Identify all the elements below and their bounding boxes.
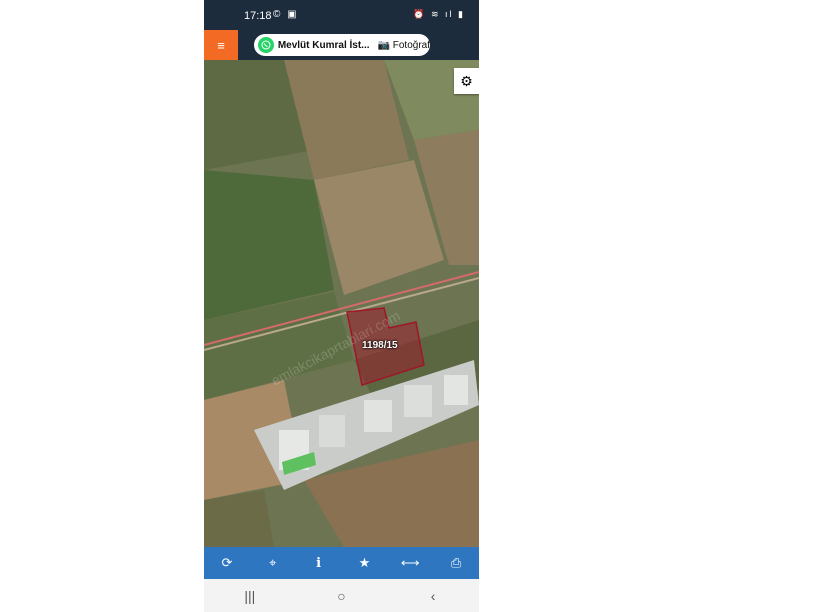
locate-icon[interactable]: ⌖ bbox=[258, 555, 288, 571]
photo-label: Fotoğraf bbox=[392, 39, 430, 51]
status-bar: 17:18 © ▣ ⏰ ≋ ıl ▮ bbox=[204, 0, 479, 30]
back-button[interactable]: ‹ bbox=[413, 588, 453, 604]
contact-pill[interactable]: Mevlüt Kumral İst... 📷 Fotoğraf bbox=[254, 34, 430, 56]
map-imagery bbox=[204, 60, 479, 547]
status-time: 17:18 bbox=[244, 10, 272, 22]
system-icons: ⏰ ≋ ıl ▮ bbox=[413, 9, 465, 19]
star-icon[interactable]: ★ bbox=[349, 555, 379, 571]
app-header: ≡ Mevlüt Kumral İst... 📷 Fotoğraf bbox=[204, 30, 479, 60]
menu-button[interactable]: ≡ bbox=[204, 30, 238, 60]
map-toolbar: ⟳ ⌖ i ★ ⟷ ⎙ bbox=[204, 547, 479, 579]
camera-icon: 📷 bbox=[377, 39, 390, 51]
photo-link[interactable]: 📷 Fotoğraf bbox=[378, 40, 430, 51]
phone-screen: 17:18 © ▣ ⏰ ≋ ıl ▮ ≡ Mevlüt Kumral İst..… bbox=[204, 0, 479, 612]
whatsapp-icon bbox=[258, 37, 274, 53]
settings-button[interactable]: ⚙ bbox=[454, 68, 479, 94]
contact-name: Mevlüt Kumral İst... bbox=[277, 39, 370, 51]
print-icon[interactable]: ⎙ bbox=[441, 555, 471, 571]
measure-icon[interactable]: ⟷ bbox=[395, 555, 425, 571]
refresh-icon[interactable]: ⟳ bbox=[212, 555, 242, 571]
recents-button[interactable]: ||| bbox=[230, 588, 270, 604]
parcel-label: 1198/15 bbox=[362, 340, 398, 351]
home-button[interactable]: ○ bbox=[321, 588, 361, 604]
android-nav-bar: ||| ○ ‹ bbox=[204, 579, 479, 612]
satellite-map[interactable]: emlakcikaprtablari.com 1198/15 ⚙ bbox=[204, 60, 479, 547]
hamburger-icon: ≡ bbox=[217, 37, 225, 53]
gear-icon: ⚙ bbox=[460, 72, 473, 89]
notification-icons: © ▣ bbox=[273, 9, 299, 20]
info-icon[interactable]: i bbox=[304, 556, 334, 571]
